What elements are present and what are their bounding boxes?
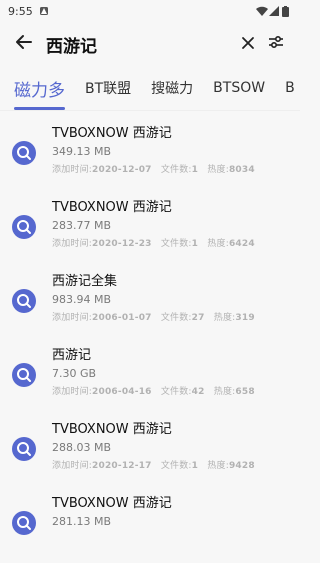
tab-btlianmeng[interactable]: BT联盟 (75, 66, 141, 110)
list-item[interactable]: TVBOXNOW 西游记 283.77 MB 添加时间:2020-12-23 文… (0, 193, 300, 267)
result-size: 983.94 MB (52, 293, 112, 306)
search-magnet-icon (12, 511, 40, 539)
results-list: TVBOXNOW 西游记 349.13 MB 添加时间:2020-12-07 文… (0, 111, 300, 563)
search-magnet-icon (12, 437, 40, 465)
result-title: 西游记全集 (52, 274, 118, 289)
search-magnet-icon (12, 289, 40, 317)
tab-btsow[interactable]: BTSOW (203, 66, 275, 110)
tab-more[interactable]: B (275, 66, 300, 110)
notification-icon (39, 6, 49, 16)
signal-icon (269, 6, 279, 16)
result-title: 西游记 (52, 348, 92, 363)
result-meta: 添加时间:2020-12-23 文件数:1 热度:6424 (52, 239, 255, 249)
battery-icon (282, 6, 292, 17)
list-item[interactable]: TVBOXNOW 西游记 281.13 MB (0, 489, 300, 563)
result-title: TVBOXNOW 西游记 (52, 496, 172, 511)
filter-button[interactable] (262, 30, 290, 58)
result-title: TVBOXNOW 西游记 (52, 126, 172, 141)
result-size: 283.77 MB (52, 219, 112, 232)
result-meta: 添加时间:2020-12-07 文件数:1 热度:8034 (52, 165, 255, 175)
result-size: 281.13 MB (52, 515, 112, 528)
result-size: 7.30 GB (52, 367, 97, 380)
search-input[interactable]: 西游记 (46, 32, 234, 57)
back-button[interactable] (10, 30, 38, 58)
tab-cililiduo[interactable]: 磁力多 (0, 66, 75, 110)
arrow-left-icon (15, 33, 33, 55)
result-title: TVBOXNOW 西游记 (52, 422, 172, 437)
tune-icon (267, 33, 285, 55)
result-title: TVBOXNOW 西游记 (52, 200, 172, 215)
search-toolbar: 西游记 (0, 22, 300, 66)
list-item[interactable]: 西游记 7.30 GB 添加时间:2006-04-16 文件数:42 热度:65… (0, 341, 300, 415)
status-bar: 9:55 (0, 0, 300, 22)
result-meta: 添加时间:2020-12-17 文件数:1 热度:9428 (52, 461, 255, 471)
clear-button[interactable] (234, 30, 262, 58)
list-item[interactable]: 西游记全集 983.94 MB 添加时间:2006-01-07 文件数:27 热… (0, 267, 300, 341)
result-size: 288.03 MB (52, 441, 112, 454)
result-meta: 添加时间:2006-04-16 文件数:42 热度:658 (52, 387, 255, 397)
search-magnet-icon (12, 215, 40, 243)
search-magnet-icon (12, 363, 40, 391)
tab-soucili[interactable]: 搜磁力 (141, 66, 203, 110)
list-item[interactable]: TVBOXNOW 西游记 288.03 MB 添加时间:2020-12-17 文… (0, 415, 300, 489)
search-magnet-icon (12, 141, 40, 169)
status-time: 9:55 (8, 4, 33, 18)
list-item[interactable]: TVBOXNOW 西游记 349.13 MB 添加时间:2020-12-07 文… (0, 119, 300, 193)
close-icon (241, 35, 255, 54)
source-tabs: 磁力多 BT联盟 搜磁力 BTSOW B (0, 66, 300, 111)
result-meta: 添加时间:2006-01-07 文件数:27 热度:319 (52, 313, 255, 323)
result-size: 349.13 MB (52, 145, 112, 158)
wifi-icon (256, 6, 268, 16)
